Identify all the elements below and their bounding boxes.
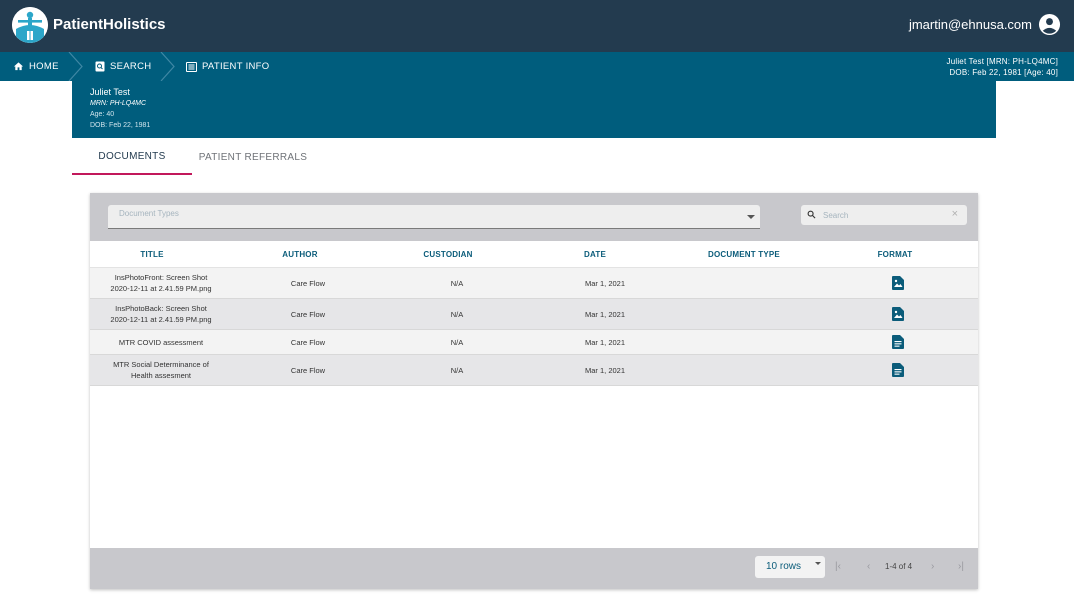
cell-author: Care Flow [290, 337, 326, 347]
pagination-bar: 10 rows |‹ ‹ 1-4 of 4 › ›| [90, 548, 978, 589]
image-file-icon[interactable] [892, 276, 904, 290]
cell-title: MTR COVID assessment [118, 337, 204, 347]
cell-document-type [684, 268, 804, 298]
table-row[interactable]: MTR COVID assessment Care Flow N/A Mar 1… [90, 330, 978, 355]
cell-author: Care Flow [290, 309, 326, 319]
previous-page-icon[interactable]: ‹ [867, 561, 870, 573]
breadcrumb-separator [68, 52, 83, 81]
rows-per-page-select[interactable]: 10 rows [755, 556, 825, 578]
title-line: 2020-12-11 at 2.41.59 PM.png [110, 315, 212, 324]
patient-age: Age: 40 [90, 111, 115, 118]
table-header: TITLE AUTHOR CUSTODIAN DATE DOCUMENT TYP… [90, 241, 978, 268]
patient-dob: DOB: Feb 22, 1981 [90, 122, 151, 129]
title-line: Health assesment [130, 371, 192, 380]
cell-author: Care Flow [290, 278, 326, 288]
dropdown-arrow-icon [815, 562, 821, 565]
title-line: MTR Social Determinance of [113, 360, 209, 369]
column-header-format[interactable]: FORMAT [835, 241, 955, 268]
column-header-author[interactable]: AUTHOR [240, 241, 360, 268]
cell-format [838, 355, 958, 385]
document-types-select[interactable]: Document Types [108, 205, 760, 229]
documents-panel: Document Types × TITLE AUTHOR CUSTODIAN … [90, 193, 978, 589]
cell-format [838, 299, 958, 329]
title-line: InsPhotoBack: Screen Shot [115, 304, 207, 313]
patient-name: Juliet Test [90, 87, 130, 97]
cell-date: Mar 1, 2021 [584, 365, 626, 375]
cell-date: Mar 1, 2021 [584, 309, 626, 319]
patient-summary-line2: DOB: Feb 22, 1981 [Age: 40] [949, 68, 1058, 77]
page-range: 1-4 of 4 [885, 562, 913, 571]
patient-holistics-logo[interactable] [12, 7, 48, 43]
breadcrumb-separator [160, 52, 175, 81]
patient-info-card: Juliet Test MRN: PH-LQ4MC Age: 40 DOB: F… [72, 81, 996, 138]
title-line: 2020-12-11 at 2.41.59 PM.png [110, 284, 212, 293]
tab-patient-referrals[interactable]: PATIENT REFERRALS [192, 139, 314, 175]
breadcrumb-search[interactable]: SEARCH [95, 52, 151, 81]
search-icon [807, 210, 816, 219]
cell-date: Mar 1, 2021 [584, 278, 626, 288]
breadcrumb-search-label: SEARCH [110, 61, 152, 72]
cell-title: InsPhotoBack: Screen Shot 2020-12-11 at … [90, 299, 232, 329]
account-circle-icon[interactable] [1038, 13, 1061, 36]
cell-format [838, 330, 958, 354]
breadcrumb-patient-info-label: PATIENT INFO [202, 61, 270, 72]
cell-custodian: N/A [450, 337, 464, 347]
image-file-icon[interactable] [892, 307, 904, 321]
search-document-icon [95, 61, 105, 72]
cell-date: Mar 1, 2021 [584, 337, 626, 347]
next-page-icon[interactable]: › [931, 561, 934, 573]
top-app-bar: PatientHolistics jmartin@ehnusa.com [0, 0, 1074, 52]
document-icon[interactable] [892, 363, 904, 377]
column-header-custodian[interactable]: CUSTODIAN [388, 241, 508, 268]
cell-author: Care Flow [290, 365, 326, 375]
home-icon [13, 62, 24, 71]
cell-custodian: N/A [450, 309, 464, 319]
cell-title: MTR Social Determinance of Health assesm… [90, 355, 232, 385]
patient-summary: Juliet Test [MRN: PH-LQ4MC] DOB: Feb 22,… [947, 56, 1059, 78]
dropdown-arrow-icon [747, 215, 755, 219]
cell-custodian: N/A [450, 365, 464, 375]
patient-mrn: MRN: PH-LQ4MC [90, 100, 147, 107]
patient-summary-line1: Juliet Test [MRN: PH-LQ4MC] [946, 57, 1058, 66]
column-header-date[interactable]: DATE [535, 241, 655, 268]
clear-search-icon[interactable]: × [952, 209, 958, 220]
filter-bar: Document Types × [90, 193, 978, 241]
table-row[interactable]: MTR Social Determinance of Health assesm… [90, 355, 978, 386]
search-box: × [801, 205, 967, 225]
list-document-icon [186, 61, 197, 72]
last-page-icon[interactable]: ›| [958, 561, 964, 573]
user-email: jmartin@ehnusa.com [908, 17, 1032, 32]
tab-documents[interactable]: DOCUMENTS [72, 139, 192, 175]
breadcrumb-home[interactable]: HOME [13, 52, 59, 81]
cell-document-type [684, 355, 804, 385]
table-row[interactable]: InsPhotoBack: Screen Shot 2020-12-11 at … [90, 299, 978, 330]
cell-title: InsPhotoFront: Screen Shot 2020-12-11 at… [90, 268, 232, 298]
cell-document-type [684, 299, 804, 329]
search-input[interactable] [823, 205, 943, 225]
first-page-icon[interactable]: |‹ [835, 561, 841, 573]
breadcrumb-patient-info[interactable]: PATIENT INFO [186, 52, 269, 81]
column-header-document-type[interactable]: DOCUMENT TYPE [684, 241, 804, 268]
document-icon[interactable] [892, 335, 904, 349]
cell-document-type [684, 330, 804, 354]
document-types-placeholder: Document Types [119, 209, 179, 218]
column-header-title[interactable]: TITLE [90, 241, 214, 268]
brand-name: PatientHolistics [53, 16, 166, 33]
breadcrumb-home-label: HOME [29, 61, 59, 72]
title-line: InsPhotoFront: Screen Shot [114, 273, 208, 282]
cell-format [838, 268, 958, 298]
table-row[interactable]: InsPhotoFront: Screen Shot 2020-12-11 at… [90, 268, 978, 299]
breadcrumb-bar: HOME SEARCH PATIENT INFO Juliet Test [MR… [0, 52, 1074, 81]
cell-custodian: N/A [450, 278, 464, 288]
rows-per-page-label: 10 rows [766, 561, 802, 572]
